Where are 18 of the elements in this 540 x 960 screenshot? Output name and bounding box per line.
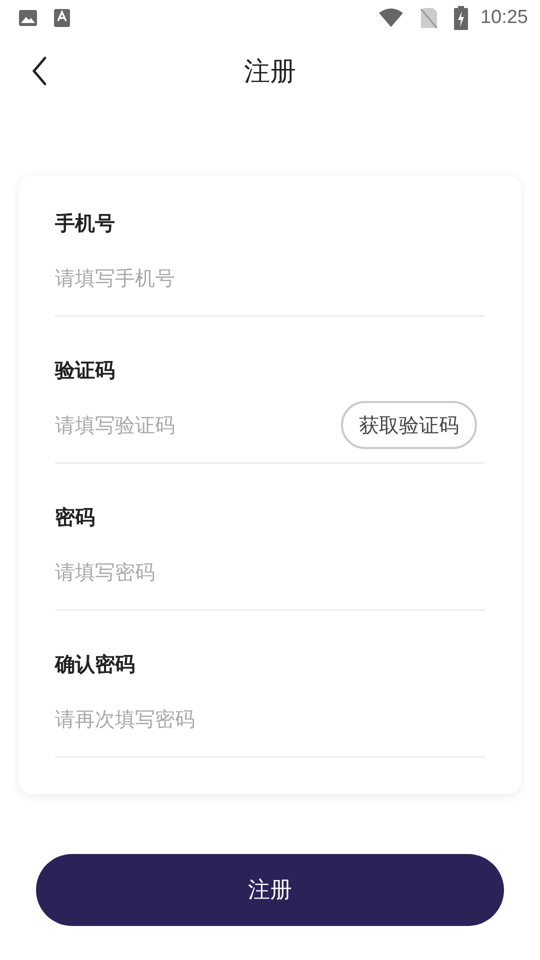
image-icon: [18, 8, 38, 28]
input-field[interactable]: 请填写密码: [55, 555, 485, 589]
font-icon: [54, 8, 70, 28]
back-icon[interactable]: [31, 56, 47, 86]
get-code-button[interactable]: 获取验证码: [341, 401, 477, 449]
no-sim-icon: [420, 7, 438, 29]
register-button[interactable]: 注册: [36, 854, 504, 926]
input-field[interactable]: 请再次填写密码: [55, 702, 485, 736]
battery-charging-icon: [454, 6, 468, 30]
field-label: 密码: [55, 504, 95, 531]
field-label: 验证码: [55, 357, 115, 384]
field-label: 确认密码: [55, 651, 135, 678]
input-field[interactable]: 请填写验证码: [55, 408, 341, 442]
field-label: 手机号: [55, 210, 115, 237]
status-time: 10:25: [480, 7, 528, 29]
wifi-icon: [378, 8, 404, 28]
page-title: 注册: [244, 56, 296, 88]
input-field[interactable]: 请填写手机号: [55, 261, 485, 295]
